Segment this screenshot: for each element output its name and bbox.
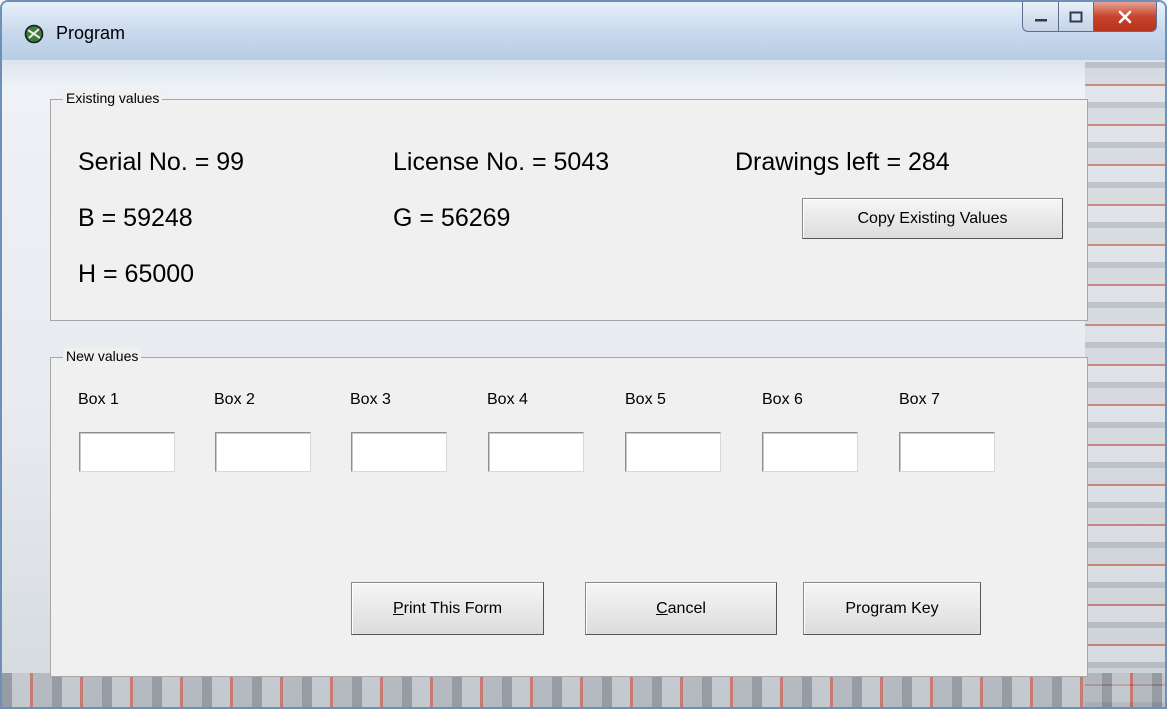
new-values-label: New values	[63, 348, 142, 364]
globe-circle-icon[interactable]	[24, 24, 44, 44]
window-title: Program	[56, 23, 126, 43]
box-3-input[interactable]	[351, 432, 447, 472]
print-label: rint This Form	[403, 599, 503, 617]
box-7-label: Box 7	[899, 391, 940, 408]
g-value: G = 56269	[393, 204, 511, 232]
box-6-label: Box 6	[762, 391, 803, 408]
box-2-label: Box 2	[214, 391, 255, 408]
title-bar[interactable]: Program	[2, 2, 1165, 60]
box-5-input[interactable]	[625, 432, 721, 472]
h-value: H = 65000	[78, 260, 195, 288]
background-pipes-bottom	[2, 673, 1165, 707]
cancel-label: ancel	[667, 599, 706, 617]
close-button[interactable]	[1094, 2, 1157, 32]
box-1-label: Box 1	[78, 391, 119, 408]
box-5-label: Box 5	[625, 391, 666, 408]
copy-existing-values-button[interactable]: Copy Existing Values	[802, 198, 1063, 239]
close-icon	[1118, 10, 1132, 23]
caption-buttons	[1022, 2, 1157, 38]
existing-values-label: Existing values	[63, 90, 163, 106]
background-scaffold-right	[1085, 62, 1165, 707]
cancel-button[interactable]: Cancel	[585, 582, 777, 635]
program-key-button[interactable]: Program Key	[803, 582, 981, 635]
maximize-icon	[1069, 11, 1083, 22]
box-3-label: Box 3	[350, 391, 391, 408]
cancel-mnemonic: C	[656, 599, 668, 617]
drawings-left-value: Drawings left = 284	[735, 148, 950, 176]
box-6-input[interactable]	[762, 432, 858, 472]
license-number-value: License No. = 5043	[393, 148, 610, 176]
print-this-form-button[interactable]: Print This Form	[351, 582, 544, 635]
serial-number-value: Serial No. = 99	[78, 148, 245, 176]
box-7-input[interactable]	[899, 432, 995, 472]
print-mnemonic: P	[392, 599, 404, 617]
minimize-icon	[1034, 18, 1047, 21]
box-2-input[interactable]	[215, 432, 311, 472]
program-window: Program Existing values Serial No. = 99 …	[0, 0, 1167, 709]
box-4-label: Box 4	[487, 391, 528, 408]
new-values-group: New values Box 1 Box 2 Box 3 Box 4 Box 5…	[50, 348, 1088, 677]
b-value: B = 59248	[78, 204, 193, 232]
box-1-input[interactable]	[79, 432, 175, 472]
minimize-button[interactable]	[1022, 2, 1059, 32]
existing-values-group: Existing values Serial No. = 99 License …	[50, 90, 1088, 321]
box-4-input[interactable]	[488, 432, 584, 472]
maximize-button[interactable]	[1059, 2, 1094, 32]
